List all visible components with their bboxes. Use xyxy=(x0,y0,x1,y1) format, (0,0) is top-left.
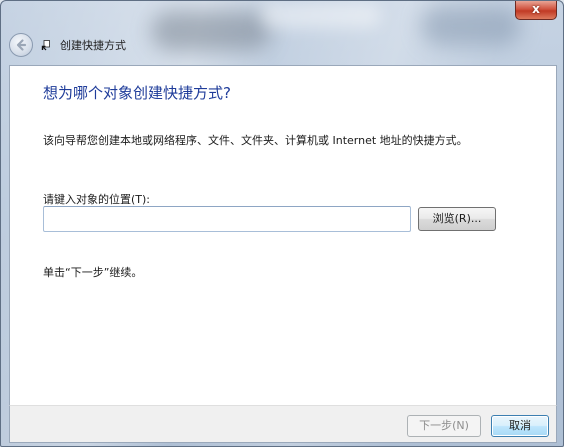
back-arrow-icon xyxy=(16,39,27,51)
wizard-footer: 下一步(N) 取消 xyxy=(9,405,557,443)
page-description: 该向导帮您创建本地或网络程序、文件、文件夹、计算机或 Internet 地址的快… xyxy=(43,134,468,147)
window-title: 创建快捷方式 xyxy=(60,39,126,52)
page-heading: 想为哪个对象创建快捷方式? xyxy=(43,84,231,102)
glass-shading xyxy=(421,6,521,46)
location-label: 请键入对象的位置(T): xyxy=(43,193,151,206)
glass-shading xyxy=(151,11,271,51)
location-input[interactable] xyxy=(43,206,411,232)
create-shortcut-window: x 创建快捷方式 想为哪个对象创建快捷方式? 该向导帮您创建本地或网络程序、文件… xyxy=(0,0,564,447)
browse-button[interactable]: 浏览(R)... xyxy=(418,207,496,231)
wizard-content-panel: 想为哪个对象创建快捷方式? 该向导帮您创建本地或网络程序、文件、文件夹、计算机或… xyxy=(9,65,557,405)
close-icon: x xyxy=(532,2,540,16)
back-button[interactable] xyxy=(9,33,33,57)
close-button[interactable]: x xyxy=(515,1,557,20)
next-button[interactable]: 下一步(N) xyxy=(407,415,481,437)
shortcut-wizard-icon xyxy=(41,40,50,51)
glass-highlight xyxy=(261,3,381,28)
cancel-button[interactable]: 取消 xyxy=(491,415,549,437)
next-hint-text: 单击“下一步”继续。 xyxy=(43,266,143,279)
